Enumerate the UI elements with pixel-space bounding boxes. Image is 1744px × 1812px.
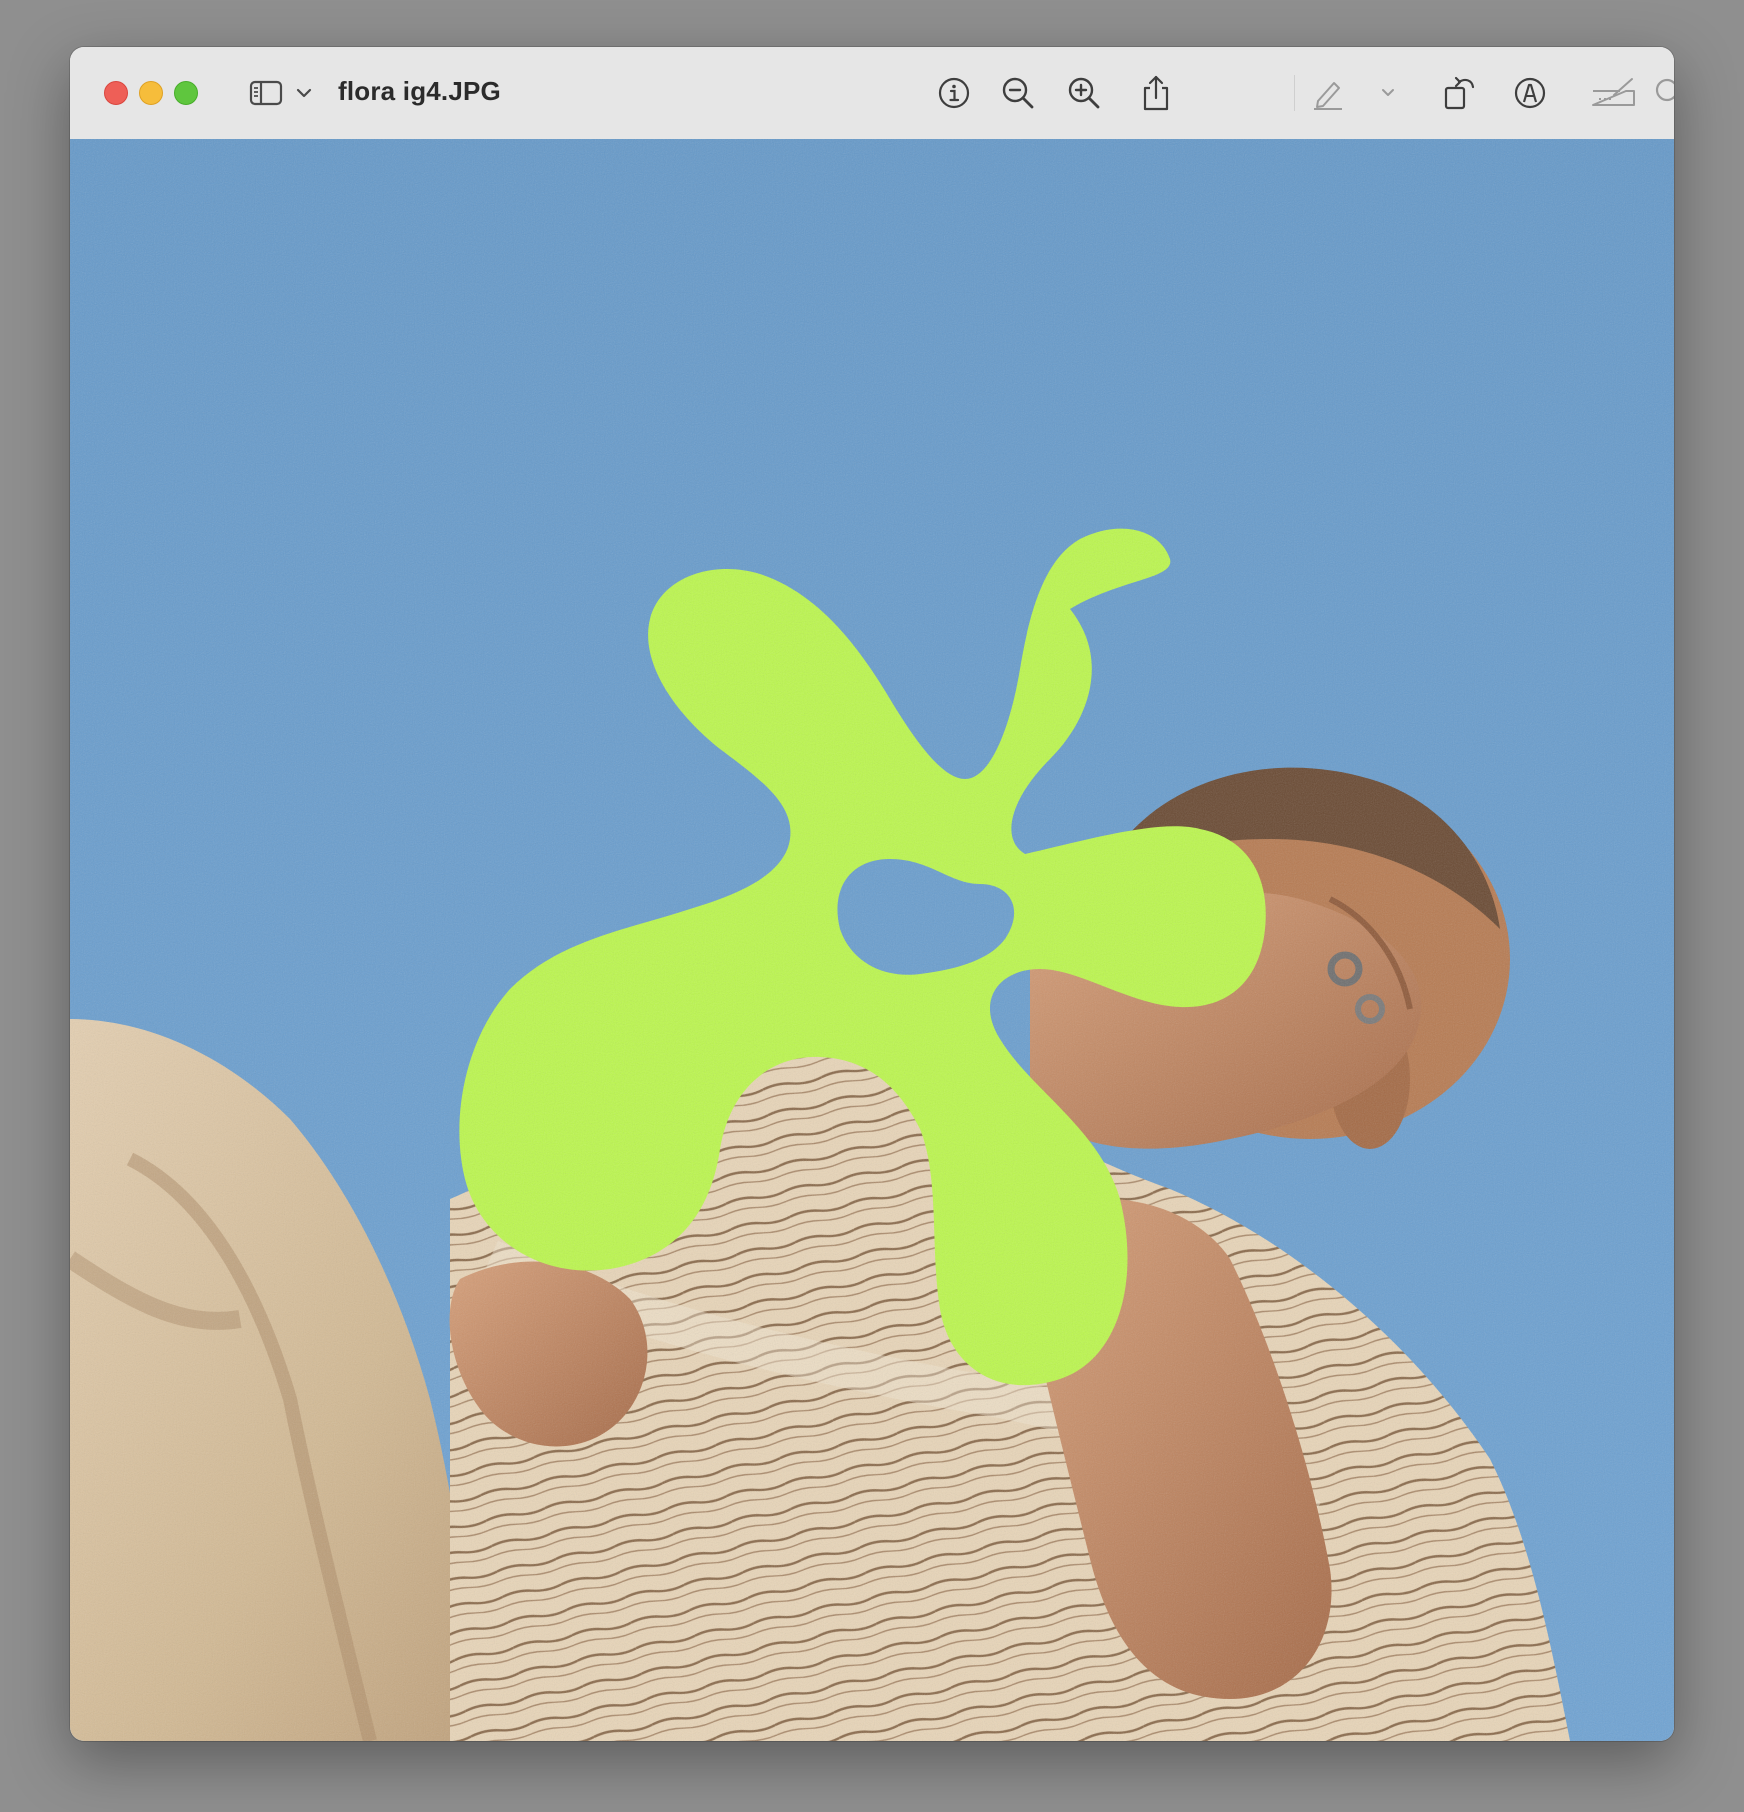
search-button[interactable] [1650,69,1674,117]
toolbar-separator [1294,75,1295,111]
markup-icon [1512,75,1548,111]
sidebar-icon [249,79,283,107]
chevron-down-icon [1381,88,1395,98]
preview-window: flora ig4.JPG [70,47,1674,1741]
highlight-button[interactable] [1304,69,1352,117]
sidebar-menu-button[interactable] [292,69,316,117]
rotate-button[interactable] [1436,69,1484,117]
photo [70,139,1674,1741]
signature-button[interactable] [1588,69,1640,117]
search-icon [1654,77,1674,109]
title-bar[interactable]: flora ig4.JPG [70,47,1674,140]
minimize-window-button[interactable] [139,81,163,105]
share-button[interactable] [1132,69,1180,117]
chevron-down-icon [296,87,312,99]
rotate-icon [1442,74,1478,112]
window-title: flora ig4.JPG [338,76,501,106]
zoom-out-icon [1001,76,1035,110]
sidebar-toggle-button[interactable] [246,69,286,117]
signature-icon [1590,75,1638,111]
zoom-out-button[interactable] [994,69,1042,117]
pencil-icon [1310,75,1346,111]
highlight-menu-button[interactable] [1376,69,1400,117]
zoom-in-button[interactable] [1060,69,1108,117]
info-button[interactable] [930,69,978,117]
image-canvas[interactable] [70,139,1674,1741]
fullscreen-window-button[interactable] [174,81,198,105]
markup-button[interactable] [1506,69,1554,117]
zoom-in-icon [1067,76,1101,110]
share-icon [1140,74,1172,112]
info-icon [937,76,971,110]
close-window-button[interactable] [104,81,128,105]
film-grain [70,139,1674,1741]
